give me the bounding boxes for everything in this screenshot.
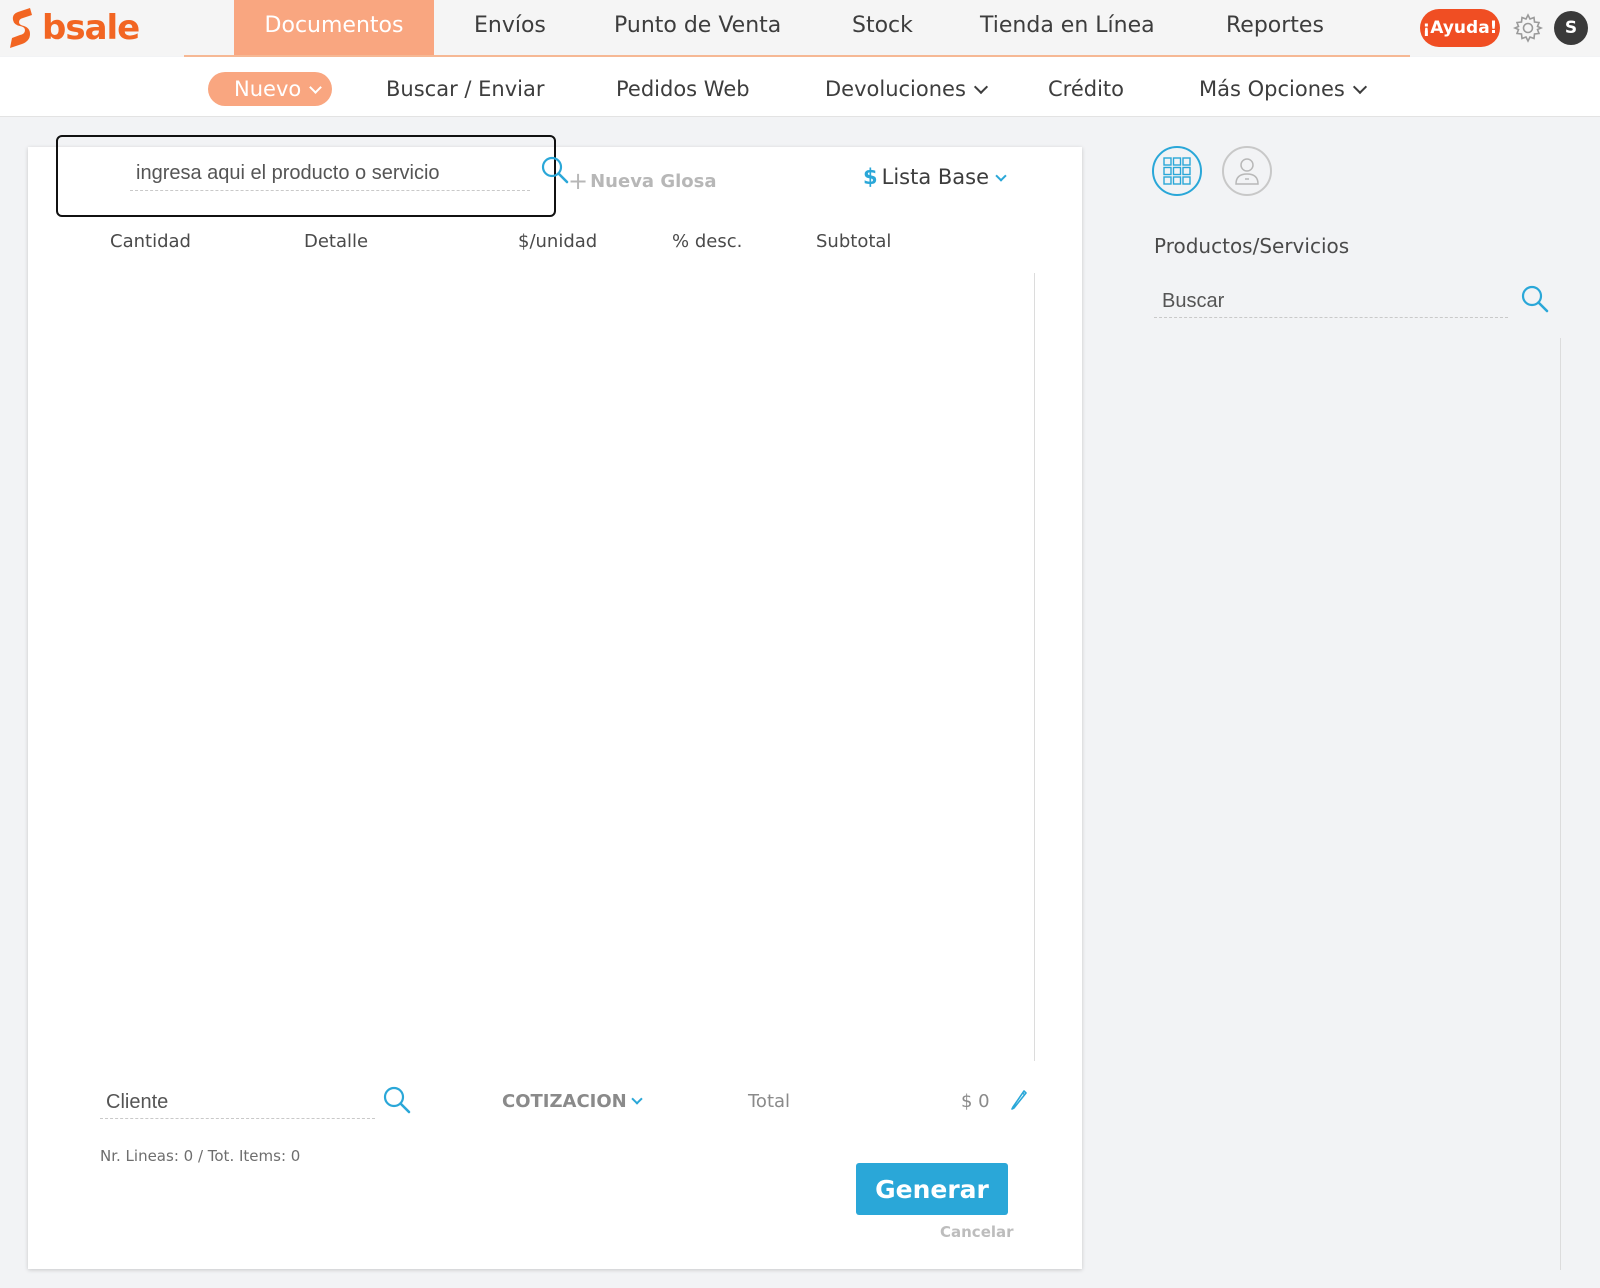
client-search-input[interactable] xyxy=(100,1087,375,1119)
top-navbar: bsale Documentos Envíos Punto de Venta S… xyxy=(0,0,1600,57)
nueva-glosa-label: Nueva Glosa xyxy=(590,171,717,192)
nav-punto-de-venta[interactable]: Punto de Venta xyxy=(614,0,781,56)
price-list-label: Lista Base xyxy=(881,165,990,189)
user-icon xyxy=(1235,158,1259,185)
column-header-unit-price: $/unidad xyxy=(518,231,598,252)
subnav-mas-opciones-label: Más Opciones xyxy=(1199,77,1345,101)
column-header-detalle: Detalle xyxy=(304,231,369,252)
logo-text: bsale xyxy=(42,8,140,48)
column-header-discount: % desc. xyxy=(672,231,743,252)
subnav-pedidos-web[interactable]: Pedidos Web xyxy=(616,72,750,106)
client-view-button[interactable] xyxy=(1222,146,1272,196)
total-value: $ 0 xyxy=(961,1091,990,1112)
column-header-cantidad: Cantidad xyxy=(110,231,191,252)
chevron-down-icon xyxy=(973,79,988,95)
help-button[interactable]: ¡Ayuda! xyxy=(1420,9,1500,47)
generate-button[interactable]: Generar xyxy=(856,1163,1008,1215)
product-search-highlight xyxy=(56,135,569,217)
document-type-label: COTIZACION xyxy=(502,1091,627,1112)
product-search-input[interactable] xyxy=(130,157,530,191)
chevron-down-icon xyxy=(995,170,1007,182)
search-icon[interactable] xyxy=(1520,284,1550,314)
price-list-select[interactable]: $ Lista Base xyxy=(863,165,1007,189)
user-avatar[interactable]: S xyxy=(1554,11,1588,45)
subnav-nuevo-label: Nuevo xyxy=(234,77,302,101)
bsale-logo-icon xyxy=(10,8,32,48)
products-search-input[interactable] xyxy=(1154,286,1508,318)
chevron-down-icon xyxy=(1352,79,1367,95)
total-label: Total xyxy=(748,1091,791,1112)
nav-envios[interactable]: Envíos xyxy=(474,0,546,56)
subnav-devoluciones[interactable]: Devoluciones xyxy=(825,72,988,106)
nav-documentos[interactable]: Documentos xyxy=(234,0,434,56)
subnav-devoluciones-label: Devoluciones xyxy=(825,77,966,101)
subnav-nuevo[interactable]: Nuevo xyxy=(208,72,333,106)
pencil-icon[interactable] xyxy=(1008,1087,1030,1115)
dollar-icon: $ xyxy=(863,165,878,189)
sub-navbar: Nuevo Buscar / Enviar Pedidos Web Devolu… xyxy=(0,57,1600,117)
chevron-down-icon xyxy=(631,1093,643,1105)
chevron-down-icon xyxy=(309,81,323,94)
lines-items-summary: Nr. Lineas: 0 / Tot. Items: 0 xyxy=(100,1147,301,1165)
document-type-select[interactable]: COTIZACION xyxy=(502,1091,643,1112)
search-icon[interactable] xyxy=(382,1085,412,1115)
search-icon[interactable] xyxy=(540,155,570,185)
nav-stock[interactable]: Stock xyxy=(852,0,913,56)
plus-icon: + xyxy=(568,167,589,195)
bsale-logo[interactable]: bsale xyxy=(8,6,140,50)
grid-view-button[interactable] xyxy=(1152,146,1202,196)
nav-tienda-en-linea[interactable]: Tienda en Línea xyxy=(980,0,1155,56)
column-header-subtotal: Subtotal xyxy=(816,231,892,252)
products-scrollbar-track[interactable] xyxy=(1560,338,1561,1270)
gear-icon[interactable] xyxy=(1512,12,1544,44)
grid-icon xyxy=(1163,157,1191,185)
subnav-mas-opciones[interactable]: Más Opciones xyxy=(1199,72,1367,106)
document-card: +Nueva Glosa $Lista Base Cantidad Detall… xyxy=(28,135,1082,1269)
subnav-buscar-enviar[interactable]: Buscar / Enviar xyxy=(386,72,544,106)
products-services-title: Productos/Servicios xyxy=(1154,234,1350,258)
cancel-link[interactable]: Cancelar xyxy=(940,1223,1014,1241)
nav-reportes[interactable]: Reportes xyxy=(1226,0,1324,56)
subnav-credito[interactable]: Crédito xyxy=(1048,72,1124,106)
nueva-glosa-button[interactable]: + Nueva Glosa xyxy=(568,167,717,195)
items-scrollbar-track[interactable] xyxy=(1034,273,1035,1061)
